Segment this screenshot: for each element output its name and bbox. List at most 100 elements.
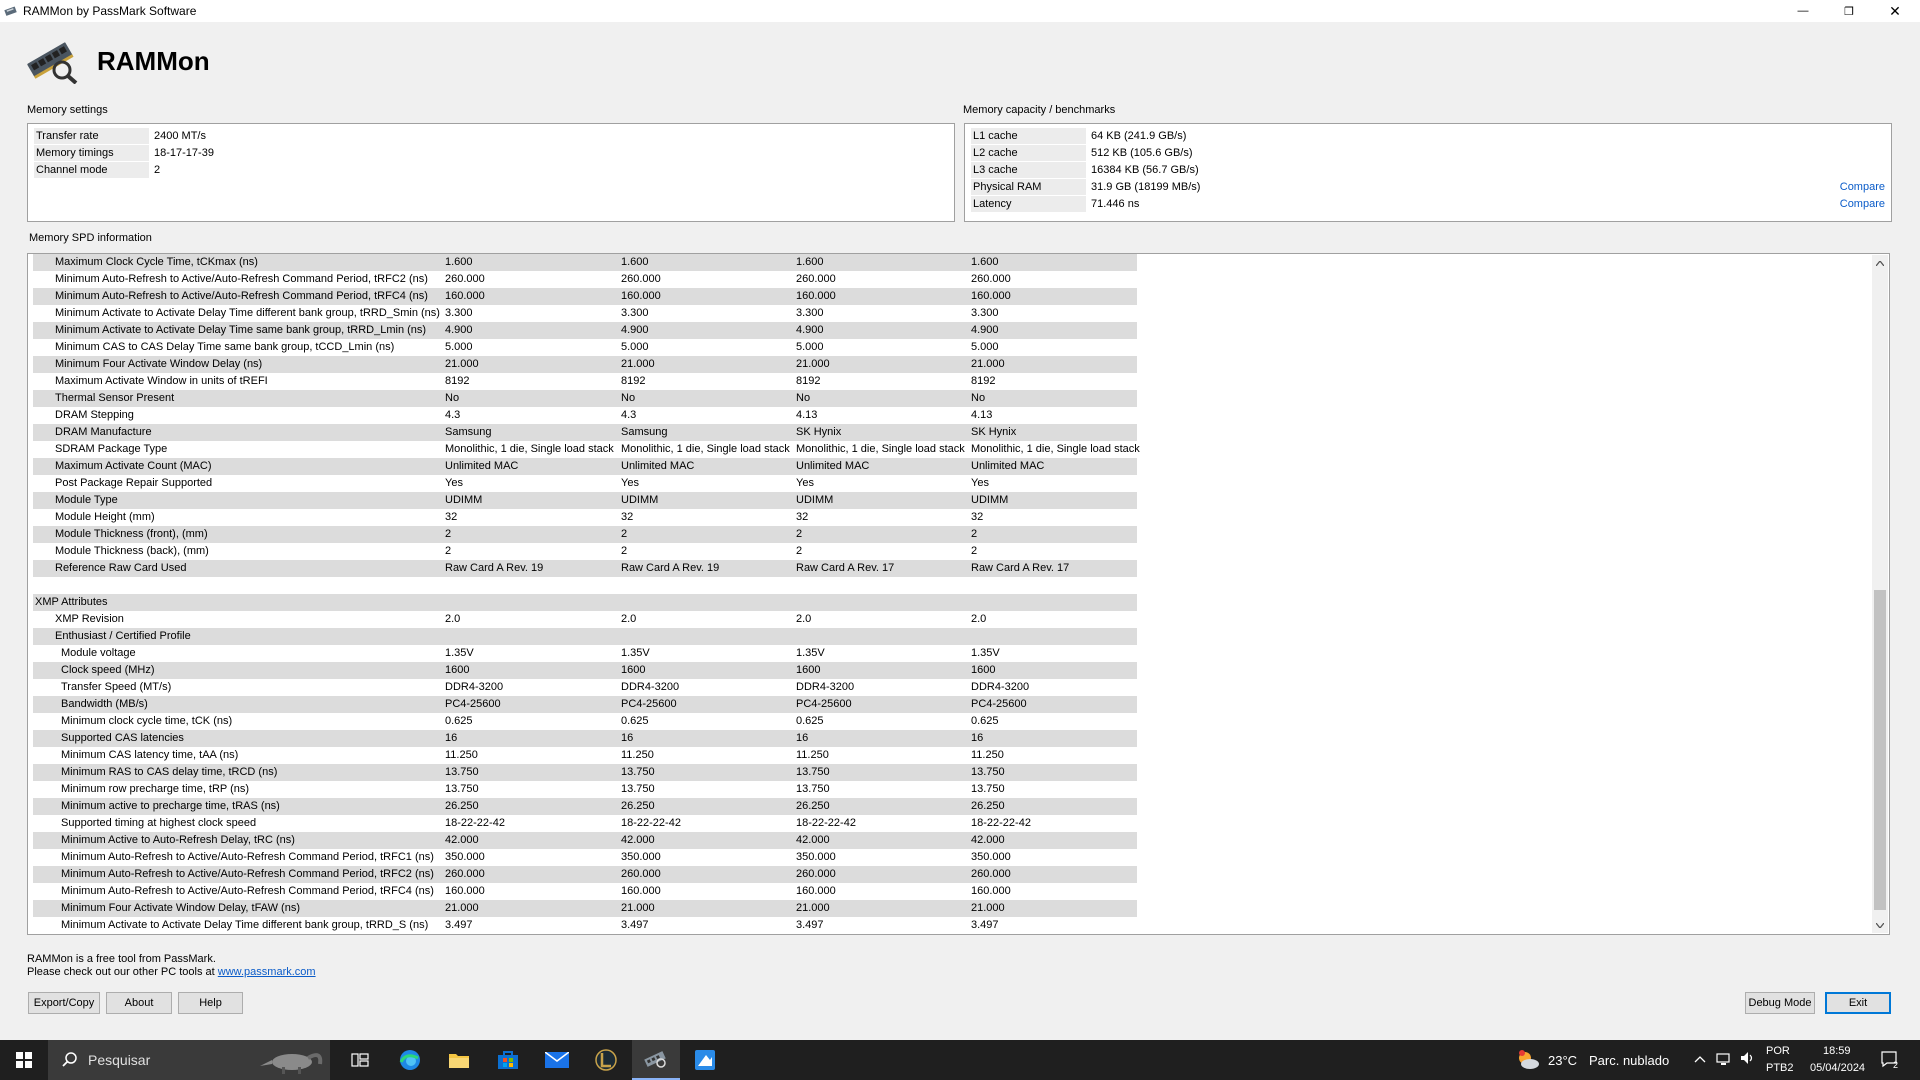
spd-row-label: Minimum active to precharge time, tRAS (…	[61, 800, 280, 812]
spd-row-label: Minimum Activate to Activate Delay Time …	[55, 324, 427, 336]
exit-button[interactable]: Exit	[1825, 992, 1891, 1014]
value-label: 512 KB (105.6 GB/s)	[1091, 147, 1193, 159]
compare-ram-link[interactable]: Compare	[1840, 179, 1885, 195]
mail-icon[interactable]	[533, 1040, 581, 1080]
weather-temp[interactable]: 23°C	[1548, 1053, 1577, 1068]
language-indicator[interactable]: POR	[1766, 1045, 1790, 1057]
spd-row: Minimum active to precharge time, tRAS (…	[33, 798, 1137, 815]
spd-cell-module-2: 3.497	[621, 919, 649, 931]
spd-cell-module-1: 21.000	[445, 358, 479, 370]
debug-mode-button[interactable]: Debug Mode	[1745, 992, 1815, 1014]
spd-cell-module-1: 1.35V	[445, 647, 474, 659]
spd-cell-module-3: 160.000	[796, 885, 836, 897]
spd-row: Bandwidth (MB/s) PC4-25600 PC4-25600 PC4-25…	[33, 696, 1137, 713]
task-view-icon[interactable]	[336, 1040, 384, 1080]
spd-rows: Maximum Clock Cycle Time, tCKmax (ns) 1.6…	[33, 254, 1140, 934]
spd-row: Thermal Sensor Present No No No No	[33, 390, 1137, 407]
about-button[interactable]: About	[106, 992, 172, 1014]
paint-app-icon[interactable]	[681, 1040, 729, 1080]
spd-cell-module-3: 16	[796, 732, 809, 744]
passmark-link[interactable]: www.passmark.com	[218, 966, 316, 978]
spd-row: Minimum Four Activate Window Delay, tFAW…	[33, 900, 1137, 917]
league-of-legends-icon[interactable]	[582, 1040, 630, 1080]
file-explorer-icon[interactable]	[435, 1040, 483, 1080]
spd-cell-module-3: 4.900	[796, 324, 824, 336]
spd-row: Maximum Clock Cycle Time, tCKmax (ns) 1.6…	[33, 254, 1137, 271]
spd-cell-module-4: DDR4-3200	[971, 681, 1030, 693]
spd-row-label: Minimum Auto-Refresh to Active/Auto-Refr…	[55, 273, 428, 285]
rammon-taskbar-icon[interactable]	[632, 1040, 680, 1080]
title-bar: RAMMon by PassMark Software — ❐ ✕	[0, 0, 1920, 22]
clock-time[interactable]: 18:59	[1823, 1045, 1851, 1057]
spd-cell-module-2: 1600	[621, 664, 646, 676]
spd-row: Post Package Repair Supported Yes Yes Yes Ye…	[33, 475, 1137, 492]
spd-cell-module-4: Raw Card A Rev. 17	[971, 562, 1070, 574]
spd-row-label: Minimum clock cycle time, tCK (ns)	[61, 715, 233, 727]
spd-cell-module-2: 42.000	[621, 834, 655, 846]
start-button[interactable]	[0, 1040, 48, 1080]
spd-row-label: Minimum CAS latency time, tAA (ns)	[61, 749, 239, 761]
spd-row-label: Supported timing at highest clock speed	[61, 817, 257, 829]
spd-cell-module-1: Yes	[445, 477, 463, 489]
spd-cell-module-3: 260.000	[796, 868, 836, 880]
volume-icon[interactable]	[1740, 1051, 1756, 1068]
spd-cell-module-3: 2	[796, 528, 803, 540]
spd-cell-module-1: 13.750	[445, 766, 479, 778]
spd-cell-module-3: 32	[796, 511, 809, 523]
tray-overflow-icon[interactable]	[1694, 1052, 1706, 1066]
spd-cell-module-2: 4.3	[621, 409, 637, 421]
kv-physical-ram: Physical RAM 31.9 GB (18199 MB/s)	[971, 179, 1200, 195]
spd-row-label: Module Type	[55, 494, 118, 506]
scroll-down-icon[interactable]	[1872, 917, 1888, 933]
spd-cell-module-2: 1.600	[621, 256, 649, 268]
app-icon	[4, 5, 18, 20]
close-icon: ✕	[1889, 2, 1901, 19]
export-copy-button[interactable]: Export/Copy	[28, 992, 100, 1014]
restore-button[interactable]: ❐	[1826, 0, 1872, 22]
spd-row-label: Supported CAS latencies	[61, 732, 184, 744]
spd-cell-module-1: 4.3	[445, 409, 461, 421]
spd-row-label: Minimum Auto-Refresh to Active/Auto-Refr…	[61, 851, 434, 863]
spd-row-label: Thermal Sensor Present	[55, 392, 175, 404]
scrollbar-thumb[interactable]	[1874, 590, 1886, 910]
spd-cell-module-2: 13.750	[621, 766, 655, 778]
weather-icon	[1519, 1050, 1539, 1069]
spd-cell-module-2: Yes	[621, 477, 639, 489]
spd-cell-module-4: 2	[971, 545, 978, 557]
scroll-up-icon[interactable]	[1872, 255, 1888, 271]
window-title: RAMMon by PassMark Software	[23, 4, 197, 18]
minimize-button[interactable]: —	[1780, 0, 1826, 22]
spd-cell-module-2: 18-22-22-42	[621, 817, 681, 829]
spd-table[interactable]: Maximum Clock Cycle Time, tCKmax (ns) 1.6…	[27, 253, 1890, 935]
spd-cell-module-3: 11.250	[796, 749, 829, 761]
spd-cell-module-3: 2.0	[796, 613, 812, 625]
spd-cell-module-3: 21.000	[796, 358, 830, 370]
spd-cell-module-4: 8192	[971, 375, 996, 387]
spd-row: Maximum Activate Window in units of tREF…	[33, 373, 1137, 390]
keyboard-layout[interactable]: PTB2	[1766, 1062, 1794, 1074]
spd-cell-module-2: 26.250	[621, 800, 655, 812]
edge-icon[interactable]	[386, 1040, 434, 1080]
spd-cell-module-2: 160.000	[621, 885, 661, 897]
store-icon[interactable]	[484, 1040, 532, 1080]
spd-row-label: Minimum Auto-Refresh to Active/Auto-Refr…	[61, 885, 434, 897]
network-icon[interactable]	[1716, 1052, 1732, 1069]
search-icon	[62, 1052, 77, 1067]
spd-row: Minimum Activate to Activate Delay Time …	[33, 305, 1137, 322]
clock-date[interactable]: 05/04/2024	[1810, 1062, 1865, 1074]
vertical-scrollbar[interactable]	[1872, 255, 1888, 933]
spd-row-label: Maximum Activate Window in units of tREF…	[55, 375, 268, 387]
close-button[interactable]: ✕	[1872, 0, 1918, 22]
spd-row-label: Clock speed (MHz)	[61, 664, 155, 676]
taskbar-search[interactable]: Pesquisar	[48, 1040, 330, 1080]
key-label: L1 cache	[971, 128, 1086, 144]
spd-cell-module-4: No	[971, 392, 986, 404]
spd-row: DRAM Manufacture Samsung Samsung SK Hynix SK…	[33, 424, 1137, 441]
key-label: L3 cache	[971, 162, 1086, 178]
capacity-panel: L1 cache 64 KB (241.9 GB/s) L2 cache 512 K…	[964, 123, 1892, 222]
spd-row-label: Transfer Speed (MT/s)	[61, 681, 172, 693]
search-placeholder: Pesquisar	[88, 1052, 151, 1068]
weather-description[interactable]: Parc. nublado	[1589, 1053, 1669, 1068]
compare-latency-link[interactable]: Compare	[1840, 196, 1885, 212]
help-button[interactable]: Help	[178, 992, 243, 1014]
